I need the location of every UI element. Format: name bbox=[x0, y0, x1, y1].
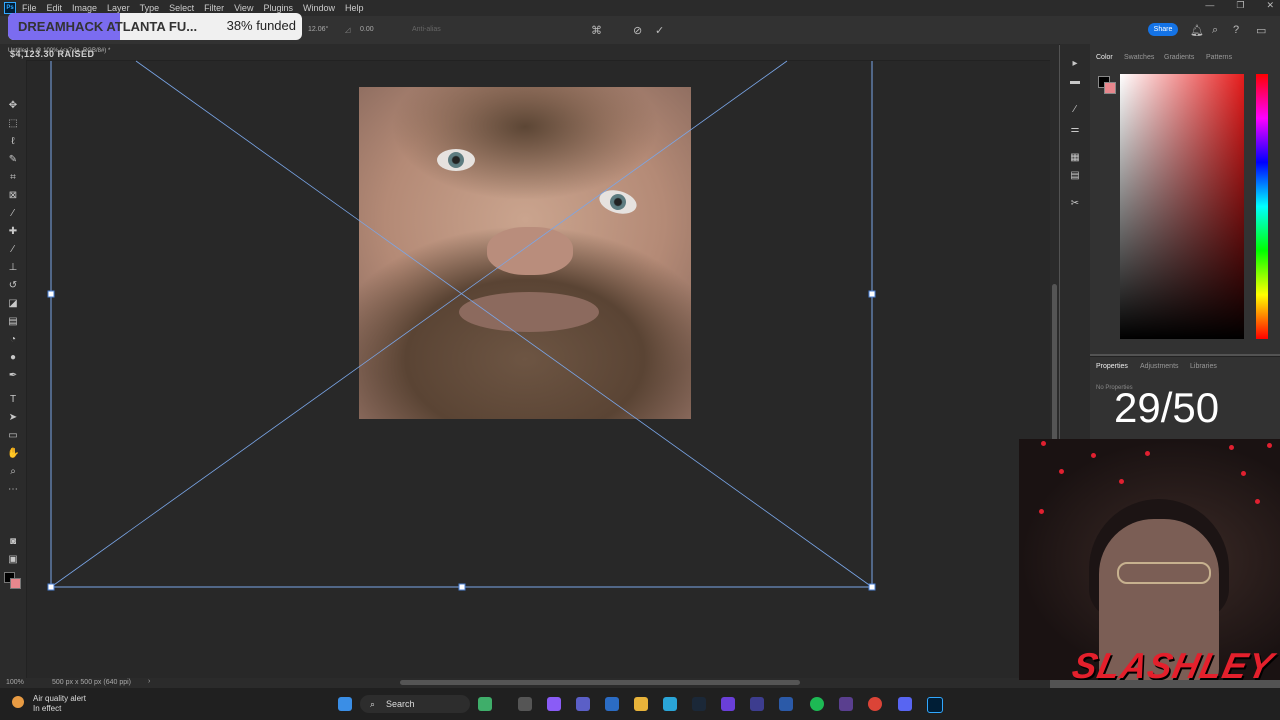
color-picker-field[interactable] bbox=[1120, 74, 1244, 339]
edge-icon[interactable] bbox=[663, 697, 677, 711]
paragraph-icon[interactable]: ▤ bbox=[1069, 170, 1081, 182]
slashley-logo: SLASHLEY bbox=[1068, 645, 1278, 680]
weather-sub: In effect bbox=[33, 704, 62, 713]
brush-settings-icon[interactable]: ∕ bbox=[1069, 104, 1081, 116]
tab-properties[interactable]: Properties bbox=[1096, 363, 1128, 370]
tools-settings-icon[interactable]: ✂ bbox=[1069, 198, 1081, 210]
glyphs-icon[interactable]: ▦ bbox=[1069, 152, 1081, 164]
taskbar: Air quality alert In effect ⌕ Search bbox=[0, 688, 1280, 720]
tab-gradients[interactable]: Gradients bbox=[1164, 54, 1194, 61]
weather-widget[interactable]: Air quality alert In effect bbox=[12, 694, 86, 714]
start-icon[interactable] bbox=[338, 697, 352, 711]
adjust-icon[interactable]: ⚌ bbox=[1069, 124, 1081, 136]
taskbar-search-icon: ⌕ bbox=[370, 699, 376, 709]
tab-color[interactable]: Color bbox=[1096, 54, 1113, 61]
transform-handle-left[interactable] bbox=[47, 290, 55, 298]
transform-handle-bottom-right[interactable] bbox=[868, 583, 876, 591]
zoom-level[interactable]: 100% bbox=[6, 679, 24, 686]
challenge-counter: 29/50 bbox=[1114, 384, 1220, 431]
photoshop-taskbar-icon[interactable] bbox=[927, 697, 943, 713]
tab-swatches[interactable]: Swatches bbox=[1124, 54, 1154, 61]
taskbar-search[interactable]: ⌕ Search bbox=[360, 695, 470, 713]
glasses bbox=[1117, 562, 1211, 584]
chrome-icon[interactable] bbox=[868, 697, 882, 711]
hue-slider[interactable] bbox=[1256, 74, 1268, 339]
spotify-icon[interactable] bbox=[810, 697, 824, 711]
transform-diagonal-2 bbox=[135, 60, 873, 588]
tab-patterns[interactable]: Patterns bbox=[1206, 54, 1232, 61]
task-view-icon[interactable] bbox=[518, 697, 532, 711]
file-explorer-icon[interactable] bbox=[634, 697, 648, 711]
discord-icon[interactable] bbox=[898, 697, 912, 711]
tab-adjustments[interactable]: Adjustments bbox=[1140, 363, 1179, 370]
weather-icon bbox=[12, 696, 24, 708]
weather-title: Air quality alert bbox=[33, 694, 86, 703]
panel-icon-strip: ▸ ▬ ∕ ⚌ ▦ ▤ ✂ bbox=[1060, 44, 1090, 439]
transform-diagonal-1 bbox=[50, 60, 788, 588]
app-icon[interactable] bbox=[779, 697, 793, 711]
status-arrow-icon[interactable]: › bbox=[148, 678, 150, 685]
slack-icon[interactable] bbox=[721, 697, 735, 711]
copilot-icon[interactable] bbox=[547, 697, 561, 711]
color-panel: Color Swatches Gradients Patterns bbox=[1090, 44, 1280, 354]
transform-handle-bottom[interactable] bbox=[458, 583, 466, 591]
media-icon[interactable] bbox=[750, 697, 764, 711]
obs-icon[interactable] bbox=[839, 697, 853, 711]
panel-background-swatch[interactable] bbox=[1104, 82, 1116, 94]
teams-icon[interactable] bbox=[576, 697, 590, 711]
taskbar-search-label: Search bbox=[386, 699, 415, 709]
doc-info: 500 px x 500 px (640 ppi) bbox=[52, 679, 131, 686]
widgets-icon[interactable] bbox=[478, 697, 492, 711]
store-icon[interactable] bbox=[605, 697, 619, 711]
transform-handle-bottom-left[interactable] bbox=[47, 583, 55, 591]
transform-handle-right[interactable] bbox=[868, 290, 876, 298]
learn-icon[interactable]: ▸ bbox=[1069, 58, 1081, 70]
tab-libraries[interactable]: Libraries bbox=[1190, 363, 1217, 370]
steam-icon[interactable] bbox=[692, 697, 706, 711]
comments-icon[interactable]: ▬ bbox=[1069, 76, 1081, 88]
status-bar: 100% 500 px x 500 px (640 ppi) › bbox=[0, 678, 1050, 688]
horizontal-scrollbar[interactable] bbox=[400, 680, 800, 685]
webcam-overlay: SLASHLEY bbox=[1019, 439, 1280, 680]
